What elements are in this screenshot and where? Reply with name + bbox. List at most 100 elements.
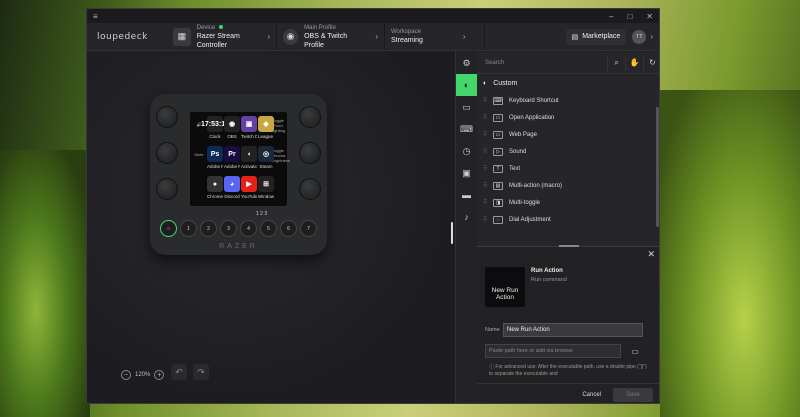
device-value: Razer Stream Controller (196, 32, 240, 49)
physical-button[interactable]: 1 (180, 220, 197, 237)
physical-button[interactable]: 5 (260, 220, 277, 237)
dial-right-3[interactable] (299, 178, 321, 200)
folder-icon[interactable]: ▭ (627, 344, 643, 358)
clock-icon[interactable]: ◷ (456, 140, 477, 162)
scrollbar[interactable] (656, 107, 659, 227)
screen-tile[interactable]: ⊞ Windows... (258, 176, 274, 203)
drag-handle-icon[interactable]: ⠿ (483, 199, 493, 206)
connected-dot (219, 24, 224, 29)
screen-tile[interactable]: Pr Adobe Pr... (224, 146, 240, 173)
tile-label: Discord (224, 194, 240, 199)
macro-icon: ▤ (493, 181, 503, 190)
panel-splitter[interactable] (451, 222, 453, 244)
action-item[interactable]: ⠿ ▭ Open Application (477, 109, 659, 126)
drag-handle-icon[interactable]: ⠿ (483, 182, 493, 189)
screen-tile[interactable]: Ps Adobe P... (207, 146, 223, 173)
thumb-line-2: Action (495, 294, 515, 301)
chevron-right-icon[interactable]: › (650, 32, 653, 41)
screen-tile[interactable]: 17:53:16 Clock (201, 116, 229, 143)
dial-left-3[interactable] (156, 178, 178, 200)
refresh-icon[interactable]: ↻ (643, 54, 659, 71)
physical-button[interactable]: 3 (220, 220, 237, 237)
search-input[interactable]: Search (481, 55, 607, 71)
screen-tile[interactable]: ◉ OBS (224, 116, 240, 143)
screen-tile[interactable]: ● Chrome (207, 176, 223, 203)
profile-selector[interactable]: ◉ Main Profile OBS & Twitch Profile › (277, 23, 385, 50)
search-icon[interactable]: ⌕ (607, 54, 625, 71)
physical-button[interactable]: 7 (300, 220, 317, 237)
drag-handle-icon[interactable]: ⠿ (483, 216, 493, 223)
marketplace-button[interactable]: ▤ Marketplace (565, 28, 627, 45)
action-item[interactable]: ⠿ T Text (477, 160, 659, 177)
actions-panel: Search ⌕ ✋ ↻ ◐ Custom ⠿ ⌨ Keyboard Shortcu… (477, 52, 659, 403)
dial-right-2[interactable] (299, 142, 321, 164)
dial-left-1[interactable] (156, 106, 178, 128)
custom-icon: ◐ (483, 79, 488, 87)
screen-tile[interactable]: ◆ League o... (258, 116, 274, 143)
device-selector[interactable]: ▦ Device Razer Stream Controller › (167, 23, 277, 50)
physical-button[interactable]: 6 (280, 220, 297, 237)
redo-icon[interactable]: ↷ (193, 364, 209, 380)
action-item[interactable]: ⠿ ▤ Multi-action (macro) (477, 177, 659, 194)
page-indicator[interactable]: 1 2 3 (256, 211, 267, 217)
header: loupedeck ▦ Device Razer Stream Controll… (87, 23, 659, 51)
app-window: ≡ – □ ✕ loupedeck ▦ Device Razer Stream … (86, 8, 660, 404)
maximize-icon[interactable]: □ (627, 12, 632, 21)
screen-tile[interactable]: ◖ Activatio... (241, 146, 257, 173)
marketplace-label: Marketplace (582, 33, 621, 40)
path-field[interactable]: Paste path here or add via browse (485, 344, 621, 358)
tile-icon: ⊞ (258, 176, 274, 192)
drag-handle-icon[interactable]: ⠿ (483, 131, 493, 138)
twitch-icon[interactable]: ▣ (456, 162, 477, 184)
dial-left-2[interactable] (156, 142, 178, 164)
close-icon[interactable]: ✕ (647, 249, 655, 260)
close-icon[interactable]: ✕ (646, 12, 653, 21)
zoom-out-icon[interactable]: − (121, 370, 131, 380)
physical-button[interactable]: 2 (200, 220, 217, 237)
name-row: Name New Run Action (485, 323, 643, 337)
sliders-icon[interactable]: ⚙ (456, 52, 477, 74)
volume-icon[interactable]: ♪ (456, 206, 477, 228)
tile-label: Chrome (207, 194, 223, 199)
resize-handle[interactable] (559, 245, 579, 247)
cancel-button[interactable]: Cancel (582, 392, 601, 398)
save-button[interactable]: Save (613, 387, 653, 402)
avatar[interactable]: TT (632, 29, 647, 44)
minimize-icon[interactable]: – (609, 12, 613, 21)
tile-label: Adobe P... (207, 164, 223, 169)
profile-label: Main Profile (304, 24, 336, 31)
action-item[interactable]: ⠿ ⌨ Keyboard Shortcut (477, 92, 659, 109)
screen-tile[interactable]: ▣ Twitch D... (241, 116, 257, 143)
store-icon: ▤ (571, 33, 579, 41)
name-field[interactable]: New Run Action (503, 323, 643, 337)
workspace-selector[interactable]: Workspace Streaming › (385, 23, 485, 50)
action-item[interactable]: ⠿ ▭ Web Page (477, 126, 659, 143)
tile-icon: ◆ (258, 116, 274, 132)
keyboard-icon[interactable]: ⌨ (456, 118, 477, 140)
message-icon[interactable]: ▬ (456, 184, 477, 206)
action-label: Dial Adjustment (509, 216, 551, 223)
drag-handle-icon[interactable]: ⠿ (483, 97, 493, 104)
custom-icon[interactable]: ◐ (456, 74, 477, 96)
hand-icon[interactable]: ✋ (625, 54, 643, 71)
screen-tile[interactable]: ◕ Discord (224, 176, 240, 203)
detail-footer: Cancel Save (477, 383, 659, 403)
undo-icon[interactable]: ↶ (171, 364, 187, 380)
obs-icon: ◉ (283, 28, 299, 45)
drag-handle-icon[interactable]: ⠿ (483, 148, 493, 155)
drag-handle-icon[interactable]: ⠿ (483, 165, 493, 172)
hamburger-icon[interactable]: ≡ (93, 12, 98, 21)
dial-right-1[interactable] (299, 106, 321, 128)
physical-button[interactable]: 4 (240, 220, 257, 237)
physical-button[interactable]: ○ (160, 220, 177, 237)
action-item[interactable]: ⠿ ◌ Dial Adjustment (477, 211, 659, 228)
action-item[interactable]: ⠿ ◨ Multi-toggle (477, 194, 659, 211)
action-item[interactable]: ⠿ ▷ Sound (477, 143, 659, 160)
drag-handle-icon[interactable]: ⠿ (483, 114, 493, 121)
zoom-in-icon[interactable]: + (154, 370, 165, 380)
screen-tile[interactable]: ▶ YouTube (241, 176, 257, 203)
monitor-icon[interactable]: ▭ (456, 96, 477, 118)
help-text: ⓘ For advanced use: After the executable… (489, 364, 649, 378)
wallpaper-left (0, 150, 90, 417)
screen-tile[interactable]: ◎ Steam (258, 146, 274, 173)
